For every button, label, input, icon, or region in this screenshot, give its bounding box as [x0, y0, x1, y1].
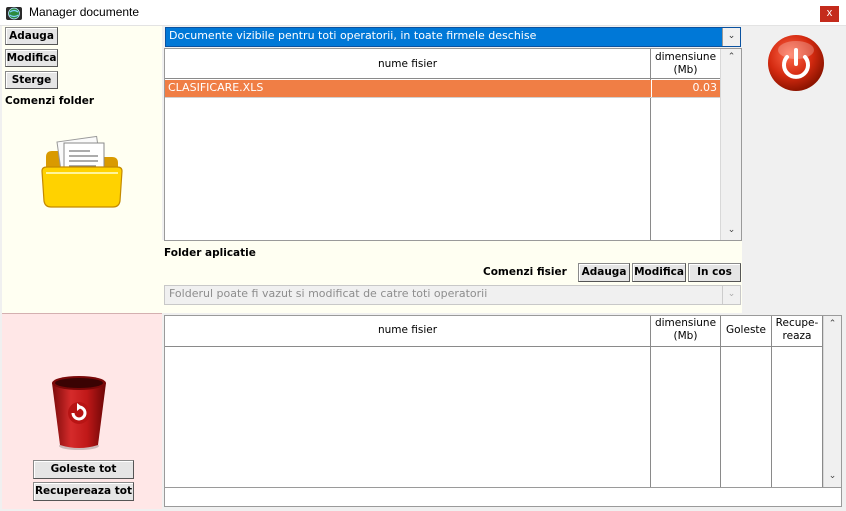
power-icon[interactable] [766, 33, 826, 93]
files-scrollbar[interactable]: ⌃ ⌄ [720, 49, 741, 240]
close-button[interactable]: x [820, 6, 839, 22]
scroll-up-icon[interactable]: ⌃ [723, 52, 740, 62]
file-commands-label: Comenzi fisier [483, 266, 567, 278]
trash-col-restore-line1: Recupe- [775, 317, 819, 329]
trash-col-empty-header[interactable]: Goleste [721, 324, 771, 336]
trash-footer-bar [164, 487, 842, 507]
add-folder-button[interactable]: Adauga [5, 27, 58, 45]
visibility-dropdown[interactable]: Documente vizibile pentru toti operatori… [165, 27, 741, 47]
trash-col-restore-header[interactable]: Recupe- reaza [772, 317, 822, 343]
folder-permission-value: Folderul poate fi vazut si modificat de … [169, 287, 488, 300]
table-row[interactable]: CLASIFICARE.XLS 0.03 [165, 80, 720, 97]
trash-table [164, 315, 842, 488]
modify-file-button[interactable]: Modifica [632, 263, 686, 282]
empty-all-button[interactable]: Goleste tot [33, 460, 134, 479]
file-size-cell: 0.03 [692, 81, 718, 94]
app-globe-icon [6, 7, 22, 20]
scroll-down-icon[interactable]: ⌄ [824, 471, 841, 481]
add-file-button[interactable]: Adauga [578, 263, 630, 282]
chevron-down-icon[interactable]: ⌄ [722, 286, 740, 304]
trash-scrollbar[interactable]: ⌃ ⌄ [823, 316, 841, 487]
folder-commands-label: Comenzi folder [5, 95, 95, 107]
trash-col-size-line1: dimensiune [654, 317, 717, 329]
document-folder-icon [41, 135, 123, 208]
files-col-name-header[interactable]: nume fisier [165, 58, 650, 70]
trash-col-restore-line2: reaza [782, 330, 812, 342]
modify-folder-button[interactable]: Modifica [5, 49, 58, 67]
recycle-bin-icon [52, 376, 106, 450]
scroll-up-icon[interactable]: ⌃ [824, 319, 841, 329]
file-name-cell: CLASIFICARE.XLS [168, 81, 264, 94]
visibility-dropdown-value: Documente vizibile pentru toti operatori… [169, 29, 537, 42]
chevron-down-icon[interactable]: ⌄ [722, 28, 740, 46]
trash-col-size-line2: (Mb) [673, 330, 698, 342]
title-bar: Manager documente x [0, 0, 846, 26]
folder-permission-dropdown[interactable]: Folderul poate fi vazut si modificat de … [164, 285, 741, 305]
trash-col-size-header[interactable]: dimensiune (Mb) [651, 317, 720, 343]
window-title: Manager documente [29, 5, 140, 19]
files-col-size-line2: (Mb) [673, 64, 698, 76]
move-to-trash-button[interactable]: In cos [688, 263, 741, 282]
scroll-down-icon[interactable]: ⌄ [723, 225, 740, 235]
files-col-size-header[interactable]: dimensiune (Mb) [651, 49, 720, 77]
restore-all-button[interactable]: Recupereaza tot [33, 482, 134, 501]
trash-col-name-header[interactable]: nume fisier [165, 324, 650, 336]
files-col-size-line1: dimensiune [654, 51, 717, 63]
folder-section-label: Folder aplicatie [164, 247, 256, 259]
delete-folder-button[interactable]: Sterge [5, 71, 58, 89]
